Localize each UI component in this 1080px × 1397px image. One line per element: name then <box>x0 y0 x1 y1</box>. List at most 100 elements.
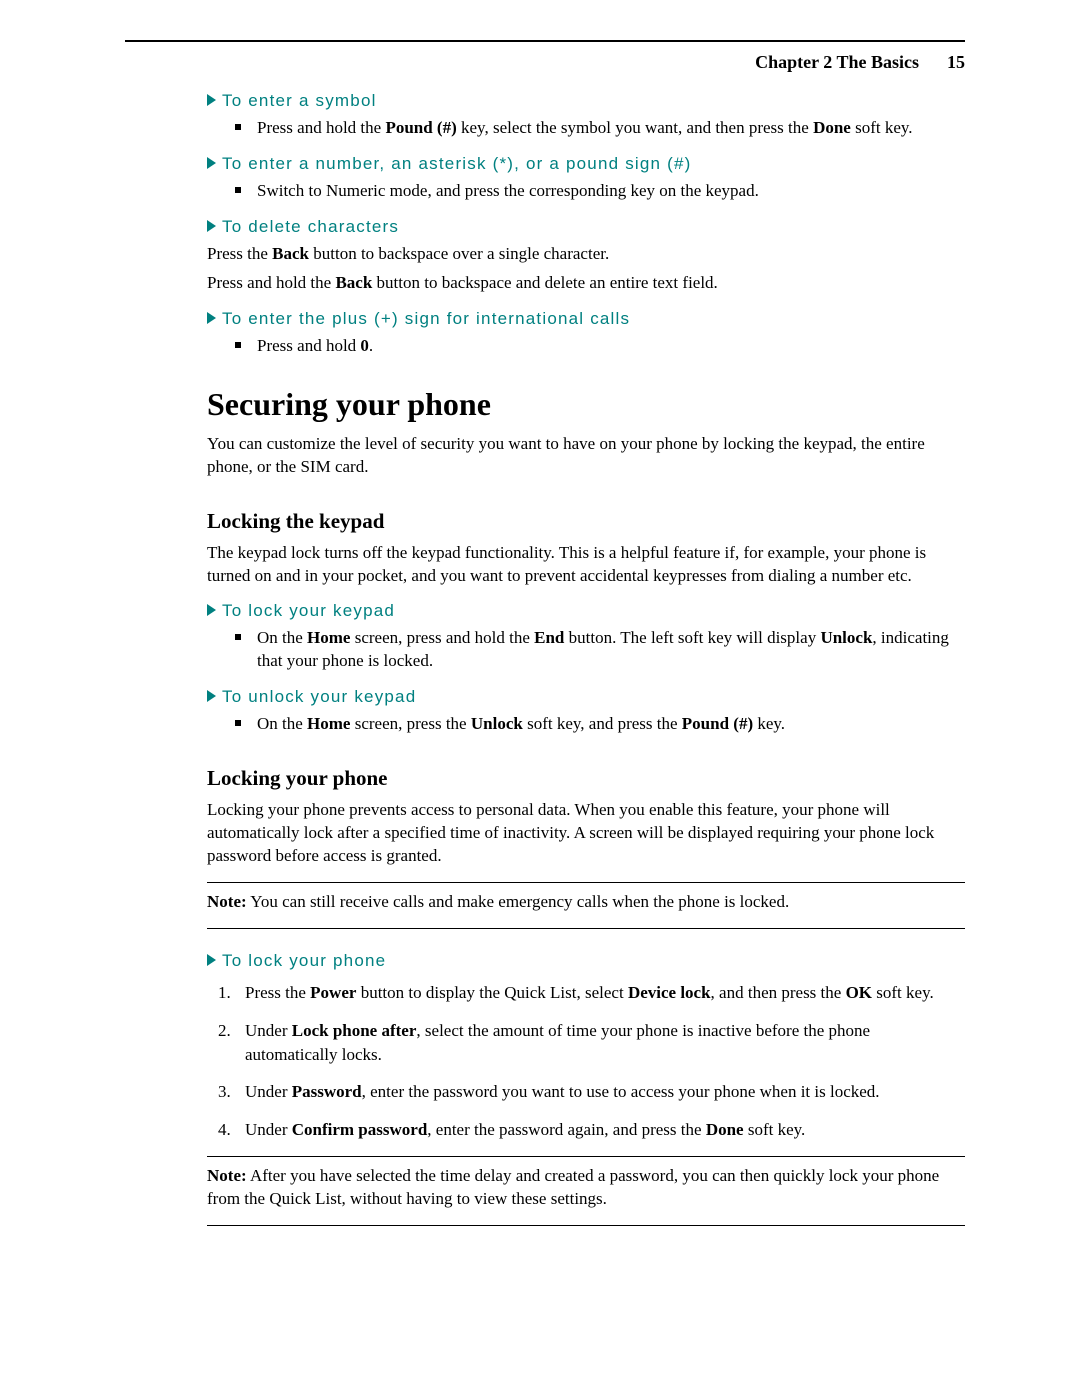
text: soft key. <box>744 1120 806 1139</box>
bullet-list: On the Home screen, press the Unlock sof… <box>207 713 965 736</box>
text: Switch to Numeric mode, and press the co… <box>257 181 759 200</box>
note-paragraph: Note: After you have selected the time d… <box>207 1165 965 1211</box>
bold-text: Password <box>292 1082 362 1101</box>
note-rule <box>207 882 965 883</box>
text: button to display the Quick List, select <box>356 983 628 1002</box>
paragraph: The keypad lock turns off the keypad fun… <box>207 542 965 588</box>
heading-enter-plus: To enter the plus (+) sign for internati… <box>207 309 965 329</box>
heading-enter-symbol: To enter a symbol <box>207 91 965 111</box>
step-item: Under Confirm password, enter the passwo… <box>235 1118 965 1142</box>
note-rule <box>207 1225 965 1226</box>
text: , enter the password again, and press th… <box>427 1120 706 1139</box>
paragraph: You can customize the level of security … <box>207 433 965 479</box>
text: soft key. <box>872 983 934 1002</box>
page-number: 15 <box>947 52 965 73</box>
text: , enter the password you want to use to … <box>362 1082 880 1101</box>
step-item: Under Lock phone after, select the amoun… <box>235 1019 965 1067</box>
paragraph: Locking your phone prevents access to pe… <box>207 799 965 868</box>
note-rule <box>207 928 965 929</box>
page-header: Chapter 2 The Basics 15 <box>125 52 965 73</box>
bold-text: Unlock <box>820 628 872 647</box>
bold-text: Done <box>706 1120 744 1139</box>
heading-delete-chars: To delete characters <box>207 217 965 237</box>
section-heading-securing: Securing your phone <box>207 386 965 423</box>
numbered-steps: Press the Power button to display the Qu… <box>207 981 965 1142</box>
subsection-heading-locking-phone: Locking your phone <box>207 766 965 791</box>
list-item: On the Home screen, press the Unlock sof… <box>235 713 965 736</box>
triangle-icon <box>207 954 216 966</box>
text: soft key. <box>851 118 913 137</box>
bullet-list: Press and hold 0. <box>207 335 965 358</box>
step-item: Under Password, enter the password you w… <box>235 1080 965 1104</box>
text: screen, press and hold the <box>350 628 534 647</box>
text: button to backspace over a single charac… <box>309 244 609 263</box>
heading-text: To enter a number, an asterisk (*), or a… <box>222 154 691 173</box>
note-label: Note: <box>207 1166 247 1185</box>
bold-text: Power <box>310 983 356 1002</box>
note-label: Note: <box>207 892 247 911</box>
chapter-title: Chapter 2 The Basics <box>755 52 919 73</box>
text: . <box>369 336 373 355</box>
list-item: Switch to Numeric mode, and press the co… <box>235 180 965 203</box>
heading-text: To unlock your keypad <box>222 687 416 706</box>
text: Under <box>245 1021 292 1040</box>
document-page: Chapter 2 The Basics 15 To enter a symbo… <box>0 0 1080 1397</box>
bold-text: Pound (#) <box>682 714 753 733</box>
note-rule <box>207 1156 965 1157</box>
subsection-heading-locking-keypad: Locking the keypad <box>207 509 965 534</box>
triangle-icon <box>207 220 216 232</box>
page-content: To enter a symbol Press and hold the Pou… <box>125 91 965 1226</box>
bold-text: OK <box>846 983 872 1002</box>
bullet-list: Press and hold the Pound (#) key, select… <box>207 117 965 140</box>
text: Press and hold the <box>257 118 385 137</box>
top-rule <box>125 40 965 42</box>
paragraph: Press and hold the Back button to backsp… <box>207 272 965 295</box>
bold-text: Home <box>307 628 350 647</box>
triangle-icon <box>207 690 216 702</box>
note-paragraph: Note: You can still receive calls and ma… <box>207 891 965 914</box>
list-item: Press and hold the Pound (#) key, select… <box>235 117 965 140</box>
bold-text: Pound (#) <box>385 118 456 137</box>
heading-text: To enter a symbol <box>222 91 377 110</box>
text: button. The left soft key will display <box>564 628 820 647</box>
heading-enter-number: To enter a number, an asterisk (*), or a… <box>207 154 965 174</box>
bold-text: Done <box>813 118 851 137</box>
triangle-icon <box>207 312 216 324</box>
bullet-list: Switch to Numeric mode, and press the co… <box>207 180 965 203</box>
triangle-icon <box>207 94 216 106</box>
bold-text: Confirm password <box>292 1120 428 1139</box>
heading-text: To lock your keypad <box>222 601 395 620</box>
heading-lock-keypad: To lock your keypad <box>207 601 965 621</box>
text: button to backspace and delete an entire… <box>372 273 718 292</box>
heading-text: To lock your phone <box>222 951 386 970</box>
heading-unlock-keypad: To unlock your keypad <box>207 687 965 707</box>
heading-text: To enter the plus (+) sign for internati… <box>222 309 630 328</box>
step-item: Press the Power button to display the Qu… <box>235 981 965 1005</box>
text: soft key, and press the <box>523 714 682 733</box>
list-item: Press and hold 0. <box>235 335 965 358</box>
text: Press the <box>245 983 310 1002</box>
bold-text: End <box>534 628 564 647</box>
bold-text: Back <box>272 244 309 263</box>
bullet-list: On the Home screen, press and hold the E… <box>207 627 965 673</box>
note-text: After you have selected the time delay a… <box>207 1166 939 1208</box>
bold-text: Unlock <box>471 714 523 733</box>
bold-text: Device lock <box>628 983 711 1002</box>
text: screen, press the <box>350 714 470 733</box>
triangle-icon <box>207 604 216 616</box>
text: Under <box>245 1082 292 1101</box>
text: Under <box>245 1120 292 1139</box>
bold-text: Lock phone after <box>292 1021 417 1040</box>
bold-text: Back <box>335 273 372 292</box>
text: , and then press the <box>711 983 846 1002</box>
text: Press the <box>207 244 272 263</box>
text: Press and hold <box>257 336 360 355</box>
text: Press and hold the <box>207 273 335 292</box>
text: On the <box>257 628 307 647</box>
heading-lock-phone: To lock your phone <box>207 951 965 971</box>
bold-text: Home <box>307 714 350 733</box>
text: key. <box>753 714 785 733</box>
text: On the <box>257 714 307 733</box>
list-item: On the Home screen, press and hold the E… <box>235 627 965 673</box>
paragraph: Press the Back button to backspace over … <box>207 243 965 266</box>
